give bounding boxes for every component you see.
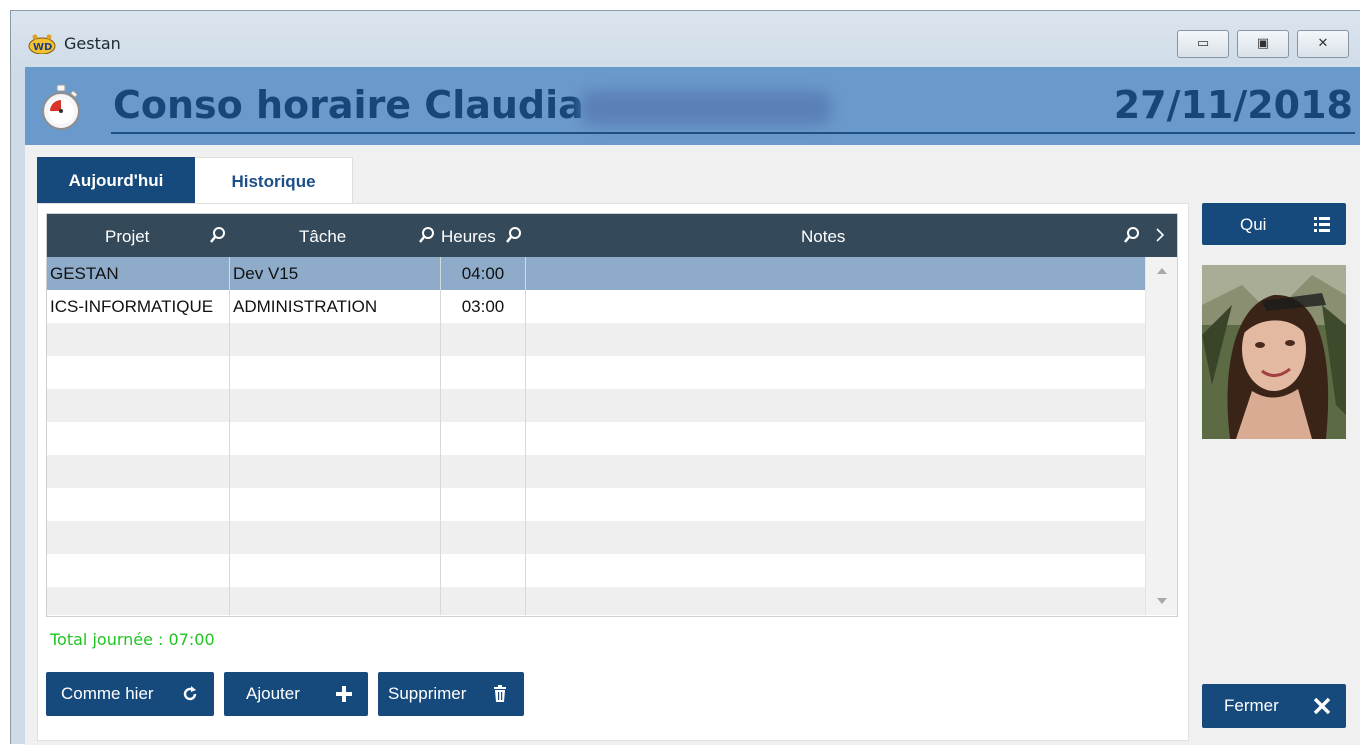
search-icon[interactable] [418, 226, 436, 244]
maximize-icon: ▣ [1256, 36, 1270, 51]
search-icon[interactable] [1123, 226, 1141, 244]
app-title: Gestan [64, 34, 121, 53]
scroll-up-arrow-icon[interactable] [1156, 267, 1168, 275]
svg-text:WD: WD [33, 42, 52, 53]
cell-heures: 04:00 [461, 264, 505, 283]
trash-icon [494, 685, 506, 702]
cell-tache: Dev V15 [233, 264, 299, 283]
table-row-empty[interactable] [47, 455, 1145, 488]
column-header-tache[interactable]: Tâche [299, 227, 346, 247]
cell-projet: ICS-INFORMATIQUE [50, 297, 214, 316]
search-icon[interactable] [209, 226, 227, 244]
cell-heures: 03:00 [461, 297, 505, 316]
list-icon [1314, 217, 1330, 232]
windev-app-icon: WD [28, 34, 56, 54]
comme-hier-label: Comme hier [61, 684, 154, 703]
header-underline [111, 132, 1355, 134]
fermer-button[interactable]: Fermer [1202, 684, 1346, 728]
table-header: Projet Tâche Heures Notes [47, 214, 1177, 257]
total-day-label: Total journée : 07:00 [50, 630, 215, 649]
table-row-empty[interactable] [47, 521, 1145, 554]
user-avatar-photo [1202, 265, 1346, 439]
comme-hier-button[interactable]: Comme hier [46, 672, 214, 716]
cell-projet: GESTAN [50, 264, 119, 283]
fermer-label: Fermer [1224, 696, 1279, 715]
tab-aujourdhui[interactable]: Aujourd'hui [37, 157, 195, 203]
table-row-empty[interactable] [47, 554, 1145, 587]
cell-tache: ADMINISTRATION [233, 297, 378, 316]
supprimer-label: Supprimer [388, 684, 467, 703]
supprimer-button[interactable]: Supprimer [378, 672, 524, 716]
table-row-empty[interactable] [47, 389, 1145, 422]
column-divider [440, 257, 441, 615]
title-bar: WD Gestan ▭ ▣ ✕ [11, 11, 1360, 67]
tab-historique[interactable]: Historique [195, 157, 353, 203]
table-body: GESTAN Dev V15 04:00 ICS-INFORMATIQUE AD… [47, 257, 1145, 615]
plus-icon [336, 686, 352, 702]
ajouter-label: Ajouter [246, 684, 300, 703]
cell-notes [529, 257, 1129, 290]
column-header-heures[interactable]: Heures [441, 227, 496, 247]
table-row-empty[interactable] [47, 587, 1145, 615]
column-divider [525, 257, 526, 615]
header-band: Conso horaire Claudia 27/11/2018 [25, 67, 1360, 145]
table-row[interactable]: GESTAN Dev V15 04:00 [47, 257, 1145, 290]
table-row-empty[interactable] [47, 422, 1145, 455]
minimize-icon: ▭ [1196, 36, 1210, 51]
close-window-button[interactable]: ✕ [1297, 30, 1349, 58]
app-window: WD Gestan ▭ ▣ ✕ Conso horaire Claudia 27… [10, 10, 1360, 745]
table-row-empty[interactable] [47, 356, 1145, 389]
table-row-empty[interactable] [47, 323, 1145, 356]
close-icon [1313, 697, 1331, 715]
header-date: 27/11/2018 [1113, 83, 1353, 127]
maximize-button[interactable]: ▣ [1237, 30, 1289, 58]
minimize-button[interactable]: ▭ [1177, 30, 1229, 58]
chevron-right-icon[interactable] [1151, 226, 1169, 244]
main-area: Conso horaire Claudia 27/11/2018 Aujourd… [25, 67, 1360, 745]
refresh-icon [183, 686, 197, 701]
scroll-down-arrow-icon[interactable] [1156, 597, 1168, 605]
qui-label: Qui [1240, 215, 1267, 234]
column-header-projet[interactable]: Projet [105, 227, 149, 247]
cell-notes [529, 290, 1129, 323]
tab-panel: Projet Tâche Heures Notes GESTAN Dev V15… [37, 203, 1189, 741]
ajouter-button[interactable]: Ajouter [224, 672, 368, 716]
table-row-empty[interactable] [47, 488, 1145, 521]
close-icon: ✕ [1317, 36, 1329, 51]
table-row[interactable]: ICS-INFORMATIQUE ADMINISTRATION 03:00 [47, 290, 1145, 323]
search-icon[interactable] [505, 226, 523, 244]
stopwatch-icon [42, 84, 80, 130]
column-header-notes[interactable]: Notes [801, 227, 845, 247]
qui-button[interactable]: Qui [1202, 203, 1346, 245]
vertical-scrollbar[interactable] [1145, 257, 1177, 615]
hours-table: Projet Tâche Heures Notes GESTAN Dev V15… [46, 213, 1178, 617]
page-title: Conso horaire Claudia [113, 83, 584, 127]
redacted-surname [581, 91, 831, 125]
column-divider [229, 257, 230, 615]
